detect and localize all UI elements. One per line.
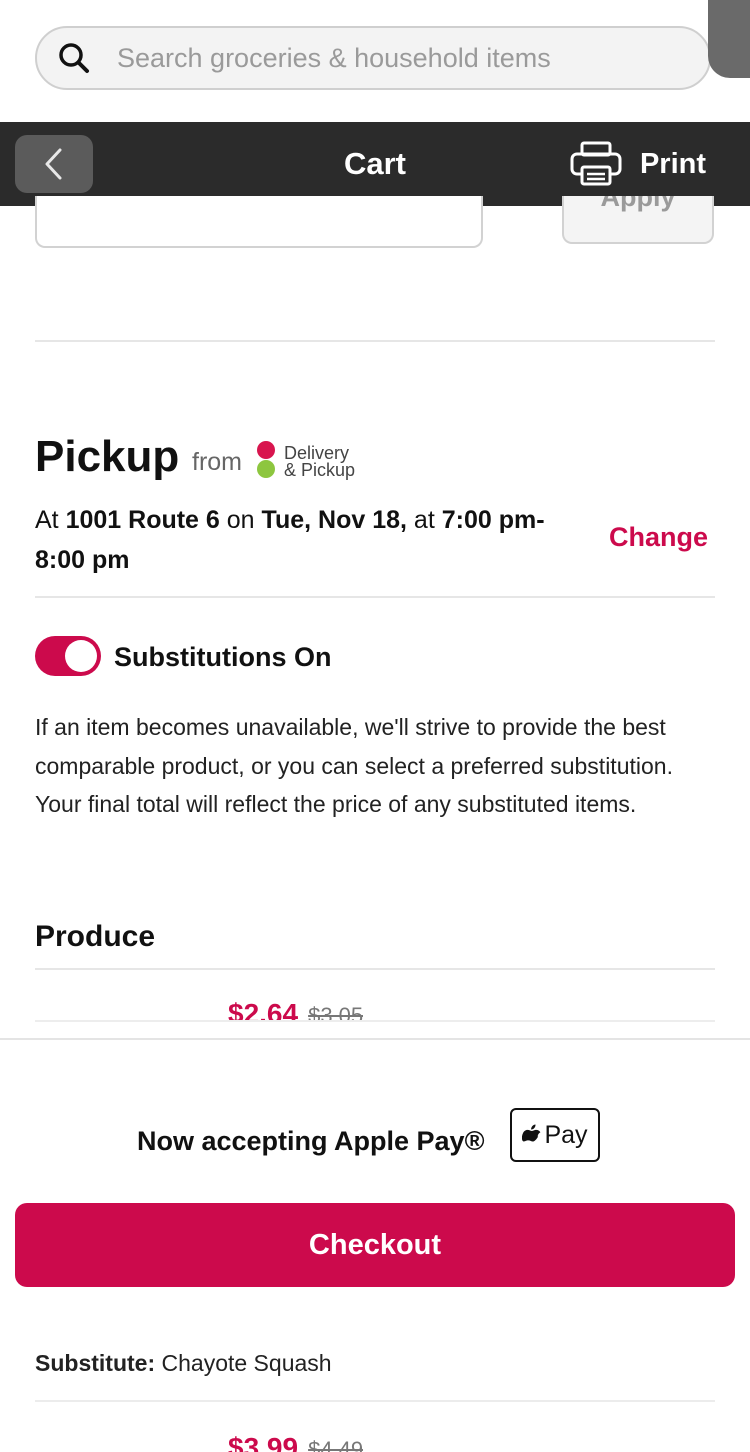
promo-code-input[interactable] bbox=[35, 196, 483, 248]
toggle-knob bbox=[65, 640, 97, 672]
sale-price: $3.99 bbox=[228, 1432, 299, 1452]
produce-heading: Produce bbox=[35, 920, 156, 953]
logo-dot-top bbox=[257, 441, 275, 459]
divider bbox=[35, 1400, 715, 1402]
checkout-panel: Now accepting Apple Pay® Pay Checkout Su… bbox=[0, 1038, 750, 1452]
corner-tab bbox=[708, 0, 750, 78]
print-label: Print bbox=[639, 147, 706, 180]
pickup-details: At 1001 Route 6 on Tue, Nov 18, at 7:00 … bbox=[35, 500, 585, 580]
apple-pay-badge-label: Pay bbox=[544, 1120, 588, 1149]
substitutions-description: If an item becomes unavailable, we'll st… bbox=[35, 714, 673, 817]
apple-icon bbox=[522, 1124, 541, 1142]
cart-header: Cart Print bbox=[0, 122, 750, 206]
substitutions-toggle[interactable] bbox=[35, 636, 101, 676]
divider bbox=[35, 1020, 715, 1022]
print-button[interactable]: Print bbox=[570, 136, 706, 192]
pickup-date: Tue, Nov 18, bbox=[261, 506, 407, 534]
at-label: At bbox=[35, 506, 59, 534]
logo-dot-bottom bbox=[257, 460, 275, 478]
divider bbox=[35, 968, 715, 970]
logo-text-line2: & Pickup bbox=[284, 460, 356, 480]
chevron-left-icon bbox=[45, 148, 62, 180]
original-price: $3.05 bbox=[308, 1003, 364, 1020]
original-price: $4.49 bbox=[308, 1437, 364, 1452]
substitute-value: Chayote Squash bbox=[161, 1350, 332, 1376]
apple-pay-badge: Pay bbox=[510, 1108, 600, 1162]
delivery-pickup-logo: Delivery & Pickup bbox=[257, 440, 367, 480]
divider bbox=[35, 340, 715, 342]
at-time-label: at bbox=[413, 506, 435, 534]
product-price-row: $2.64 $3.05 bbox=[228, 998, 363, 1020]
pickup-location: 1001 Route 6 bbox=[65, 506, 220, 534]
search-icon bbox=[59, 43, 89, 73]
pickup-title: Pickup bbox=[35, 432, 180, 481]
on-label: on bbox=[226, 506, 255, 534]
printer-icon bbox=[570, 141, 622, 186]
product-price-row: $3.99 $4.49 bbox=[228, 1432, 363, 1452]
checkout-button[interactable]: Checkout bbox=[15, 1203, 735, 1287]
apply-button[interactable]: Apply bbox=[562, 196, 714, 244]
apply-label: Apply bbox=[600, 196, 676, 212]
divider bbox=[35, 596, 715, 598]
panel-top-border bbox=[0, 1038, 750, 1040]
pickup-from-label: from bbox=[192, 448, 242, 476]
substitute-line: Substitute: Chayote Squash bbox=[35, 1350, 332, 1377]
back-button[interactable] bbox=[15, 135, 93, 193]
search-input[interactable] bbox=[115, 41, 679, 75]
substitute-label: Substitute: bbox=[35, 1350, 156, 1376]
apple-pay-message: Now accepting Apple Pay® bbox=[137, 1126, 485, 1156]
change-pickup-link[interactable]: Change bbox=[609, 522, 708, 553]
sale-price: $2.64 bbox=[228, 998, 299, 1020]
substitutions-label: Substitutions On bbox=[114, 642, 332, 672]
search-bar[interactable] bbox=[35, 26, 711, 90]
